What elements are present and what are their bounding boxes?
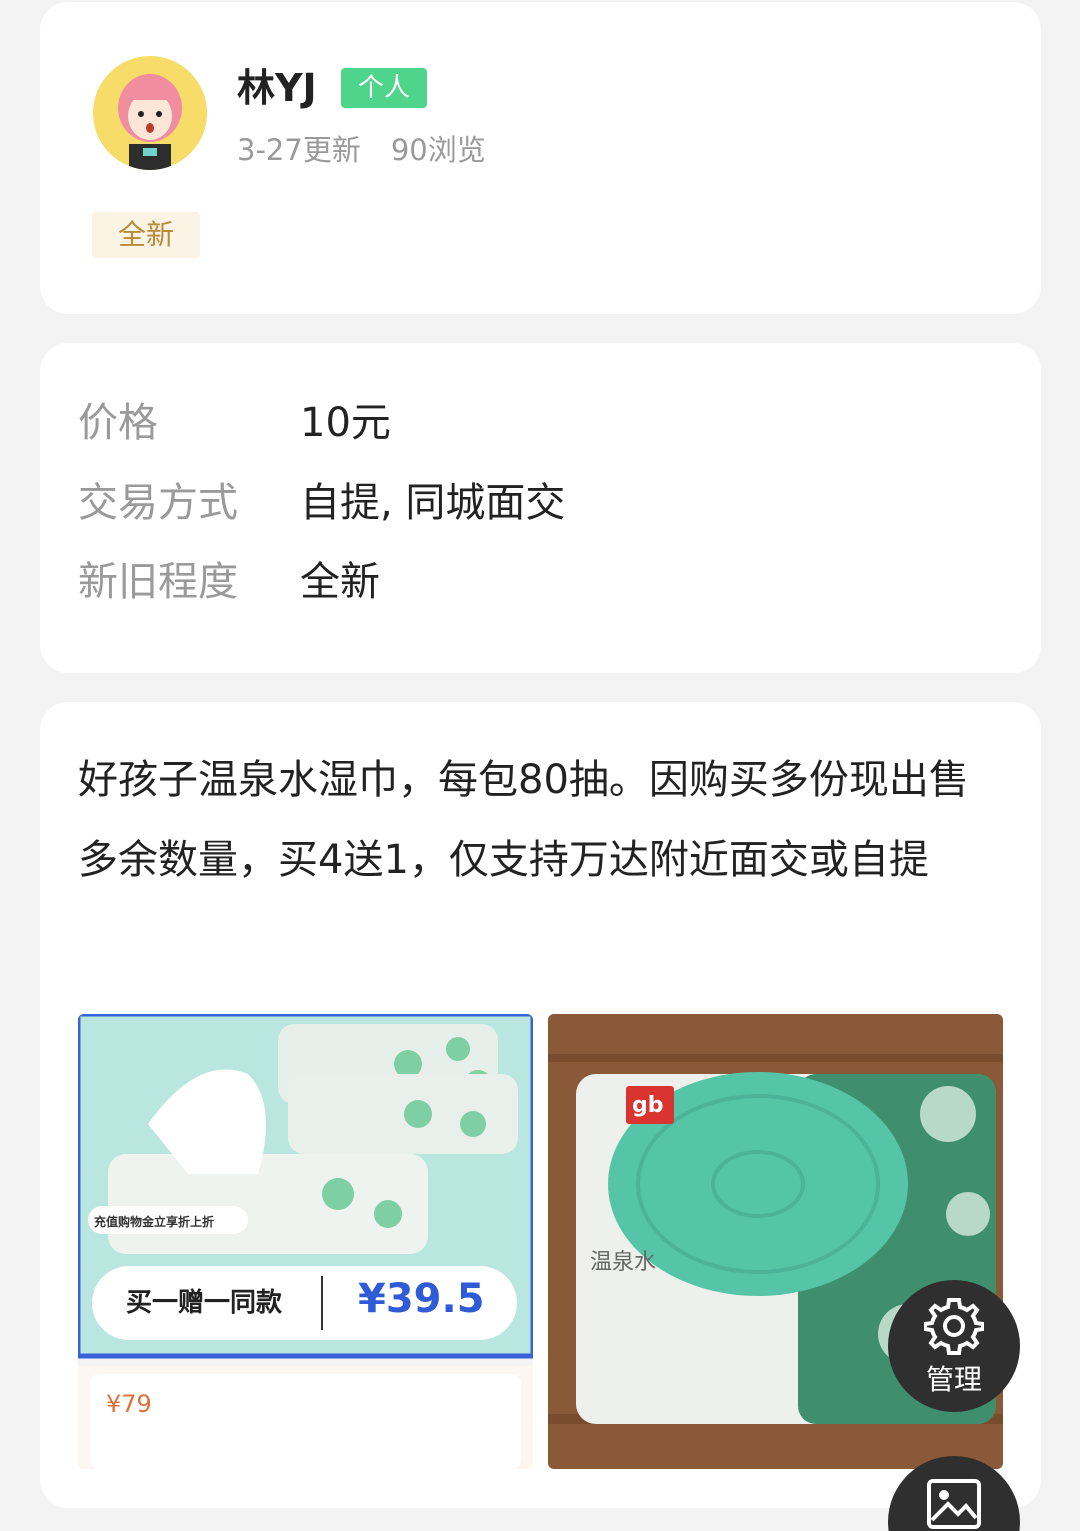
listing-meta: 3-27更新 90浏览	[237, 130, 486, 170]
price-value: 10元	[300, 400, 391, 446]
photo1-banner-text: 充值购物金立享折上折	[94, 1214, 214, 1229]
description-text: 好孩子温泉水湿巾，每包80抽。因购买多份现出售多余数量，买4送1，仅支持万达附近…	[78, 757, 969, 883]
condition-tag: 全新	[92, 212, 200, 258]
photo1-orig-price: ¥79	[106, 1390, 152, 1418]
image-icon	[926, 1478, 982, 1531]
seller-card: 林YJ 个人 3-27更新 90浏览 全新	[40, 2, 1041, 314]
view-count: 90浏览	[390, 133, 486, 167]
photo2-brand: gb	[632, 1093, 664, 1118]
personal-badge: 个人	[341, 68, 427, 108]
trade-method-label: 交易方式	[78, 480, 238, 526]
price-label: 价格	[78, 400, 158, 446]
manage-button[interactable]: 管理	[888, 1280, 1020, 1412]
condition-value: 全新	[300, 559, 380, 605]
manage-label: 管理	[925, 1363, 982, 1396]
seller-name: 林YJ	[237, 66, 317, 110]
updated-date: 3-27更新	[237, 133, 361, 167]
photo1-price: ¥39.5	[358, 1276, 485, 1322]
avatar[interactable]	[93, 56, 207, 170]
condition-label: 新旧程度	[78, 559, 238, 605]
photo1-promo-text: 买一赠一同款	[126, 1287, 283, 1318]
gear-icon	[923, 1296, 985, 1360]
trade-method-value: 自提, 同城面交	[300, 480, 566, 526]
product-photo-1[interactable]: 充值购物金立享折上折买一赠一同款 ¥39.5 ¥79	[78, 1014, 533, 1469]
item-info-card: 价格 10元 交易方式 自提, 同城面交 新旧程度 全新	[40, 343, 1041, 673]
photo2-product-text: 温泉水	[590, 1250, 656, 1275]
